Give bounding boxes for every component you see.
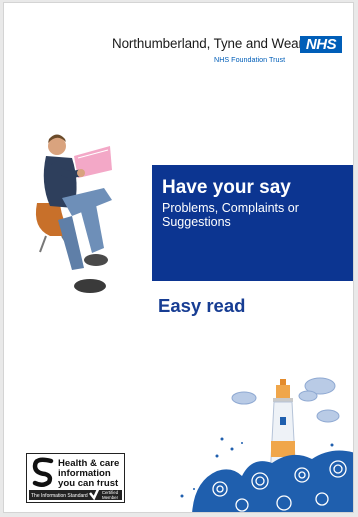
title-box: Have your say Problems, Complaints or Su… <box>152 165 353 281</box>
title-subheading: Problems, Complaints or Suggestions <box>162 201 299 229</box>
information-standard-logo-icon <box>32 457 54 487</box>
trust-subtitle: NHS Foundation Trust <box>214 55 286 64</box>
title-heading: Have your say <box>162 177 291 198</box>
nhs-logo: NHS <box>300 36 342 53</box>
leaflet-cover: Northumberland, Tyne and Wear NHS NHS Fo… <box>3 2 354 513</box>
badge-footer-right: Certified Member <box>101 490 119 500</box>
easy-read-label: Easy read <box>158 295 246 316</box>
organisation-name: Northumberland, Tyne and Wear <box>112 36 303 51</box>
information-standard-badge: Health & care information you can trust … <box>26 453 125 503</box>
man-reading-illustration <box>35 134 112 293</box>
lighthouse-waves-illustration <box>180 377 353 512</box>
badge-footer-left: The Information Standard <box>31 493 88 499</box>
